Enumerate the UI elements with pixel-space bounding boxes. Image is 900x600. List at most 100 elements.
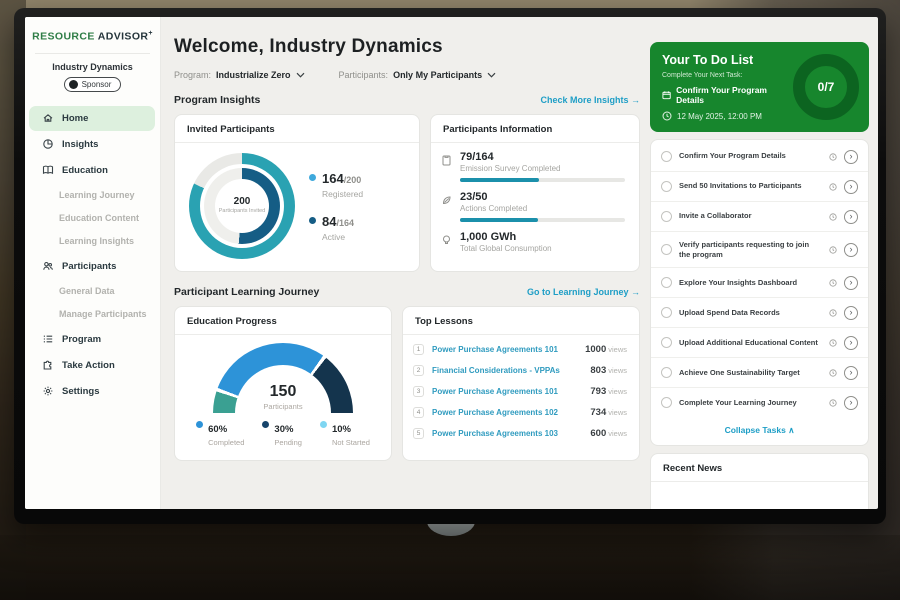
sidebar-item-education[interactable]: Education — [29, 158, 155, 183]
lesson-link[interactable]: Power Purchase Agreements 103 — [432, 429, 582, 438]
checkbox[interactable] — [661, 337, 672, 348]
checkbox[interactable] — [661, 244, 672, 255]
participants-filter-value: Only My Participants — [393, 70, 482, 80]
task-row[interactable]: Invite a Collaborator › — [651, 202, 868, 232]
todo-title: Your To Do List — [662, 53, 787, 67]
list-icon — [42, 333, 54, 345]
participants-information-card: Participants Information 79/164 Emission… — [430, 114, 640, 272]
task-row[interactable]: Complete Your Learning Journey › — [651, 388, 868, 417]
top-lessons-card: Top Lessons 1 Power Purchase Agreements … — [402, 306, 640, 461]
task-go-button[interactable]: › — [844, 210, 858, 224]
next-task-label: Confirm Your Program Details — [676, 85, 787, 105]
legend-dot — [309, 174, 316, 181]
insights-icon — [42, 138, 54, 150]
sidebar-item-program[interactable]: Program — [29, 327, 155, 352]
dashboard-screen: RESOURCE ADVISOR+ Industry Dynamics Spon… — [25, 17, 878, 509]
leaf-icon — [441, 194, 452, 206]
recent-news-title: Recent News — [651, 454, 868, 482]
link-label: Check More Insights — [540, 95, 628, 105]
participants-icon — [42, 260, 54, 272]
sidebar-item-education-content[interactable]: Education Content — [25, 207, 160, 230]
task-go-button[interactable]: › — [844, 180, 858, 194]
checkbox[interactable] — [661, 397, 672, 408]
app-logo: RESOURCE ADVISOR+ — [25, 30, 160, 43]
sidebar-item-manage-participants[interactable]: Manage Participants — [25, 303, 160, 326]
sidebar-item-learning-insights[interactable]: Learning Insights — [25, 230, 160, 253]
sponsor-badge[interactable]: Sponsor — [64, 77, 122, 92]
task-row[interactable]: Confirm Your Program Details › — [651, 142, 868, 172]
logo-advisor: ADVISOR — [98, 31, 149, 43]
task-row[interactable]: Upload Additional Educational Content › — [651, 328, 868, 358]
legend-pending: 30% Pending — [262, 419, 302, 447]
checkbox[interactable] — [661, 151, 672, 162]
legend-label: Registered — [322, 189, 363, 199]
legend-total: /200 — [344, 175, 362, 185]
collapse-label: Collapse Tasks — [725, 425, 786, 435]
task-go-button[interactable]: › — [844, 276, 858, 290]
clock-icon — [829, 369, 837, 377]
sidebar-item-take-action[interactable]: Take Action — [29, 353, 155, 378]
task-label: Achieve One Sustainability Target — [679, 368, 822, 378]
lesson-link[interactable]: Power Purchase Agreements 101 — [432, 387, 582, 396]
checkbox[interactable] — [661, 277, 672, 288]
checkbox[interactable] — [661, 211, 672, 222]
task-go-button[interactable]: › — [844, 306, 858, 320]
sidebar-item-label: Participants — [62, 261, 116, 272]
task-row[interactable]: Explore Your Insights Dashboard › — [651, 268, 868, 298]
consumption-row: 1,000 GWh Total Global Consumption — [441, 231, 625, 253]
lesson-link[interactable]: Power Purchase Agreements 101 — [432, 345, 577, 354]
todo-progress-ring: 0/7 — [793, 54, 859, 120]
checkbox[interactable] — [661, 367, 672, 378]
task-row[interactable]: Upload Spend Data Records › — [651, 298, 868, 328]
views-count: 600 — [590, 428, 606, 439]
action-icon — [42, 359, 54, 371]
task-label: Complete Your Learning Journey — [679, 398, 822, 408]
donut-center-value: 200 — [234, 196, 251, 207]
sidebar-item-home[interactable]: Home — [29, 106, 155, 131]
check-more-insights-link[interactable]: Check More Insights → — [540, 95, 640, 105]
lesson-link[interactable]: Power Purchase Agreements 102 — [432, 408, 582, 417]
go-to-learning-journey-link[interactable]: Go to Learning Journey → — [527, 287, 640, 297]
sponsor-icon — [69, 80, 78, 89]
task-go-button[interactable]: › — [844, 150, 858, 164]
sidebar-item-insights[interactable]: Insights — [29, 132, 155, 157]
legend-label: Completed — [208, 438, 244, 447]
recent-news-card: Recent News — [650, 453, 869, 509]
link-label: Go to Learning Journey — [527, 287, 629, 297]
sidebar-item-participants[interactable]: Participants — [29, 254, 155, 279]
task-go-button[interactable]: › — [844, 336, 858, 350]
progress-fill — [460, 218, 538, 222]
clock-icon — [829, 213, 837, 221]
legend-dot — [196, 421, 203, 428]
legend-dot — [262, 421, 269, 428]
collapse-tasks-link[interactable]: Collapse Tasks ∧ — [651, 417, 868, 443]
program-filter[interactable]: Program: Industrialize Zero — [174, 70, 305, 80]
task-row[interactable]: Achieve One Sustainability Target › — [651, 358, 868, 388]
education-legend: 60% Completed 30% Pending 10% Not Starte… — [196, 419, 370, 447]
card-title: Education Progress — [175, 307, 391, 335]
task-row[interactable]: Send 50 Invitations to Participants › — [651, 172, 868, 202]
todo-panel: Your To Do List Complete Your Next Task:… — [650, 17, 878, 509]
sidebar-nav: Home Insights Education Learning Journey… — [25, 106, 160, 404]
logo-plus: + — [148, 30, 153, 37]
participants-filter[interactable]: Participants: Only My Participants — [339, 70, 497, 80]
chevron-down-icon — [487, 72, 496, 78]
legend-value: 164 — [322, 171, 344, 186]
sidebar-item-settings[interactable]: Settings — [29, 379, 155, 404]
sidebar-item-general-data[interactable]: General Data — [25, 280, 160, 303]
sidebar-item-label: Home — [62, 113, 88, 124]
task-row[interactable]: Verify participants requesting to join t… — [651, 232, 868, 268]
task-label: Verify participants requesting to join t… — [679, 240, 822, 260]
checkbox[interactable] — [661, 307, 672, 318]
org-name: Industry Dynamics — [25, 62, 160, 72]
task-go-button[interactable]: › — [844, 243, 858, 257]
checkbox[interactable] — [661, 181, 672, 192]
sidebar: RESOURCE ADVISOR+ Industry Dynamics Spon… — [25, 17, 161, 509]
task-go-button[interactable]: › — [844, 366, 858, 380]
task-label: Invite a Collaborator — [679, 211, 822, 221]
lesson-link[interactable]: Financial Considerations - VPPAs — [432, 366, 582, 375]
metric-label: Actions Completed — [460, 204, 625, 213]
task-go-button[interactable]: › — [844, 396, 858, 410]
sidebar-item-learning-journey[interactable]: Learning Journey — [25, 184, 160, 207]
legend-total: /164 — [336, 218, 354, 228]
